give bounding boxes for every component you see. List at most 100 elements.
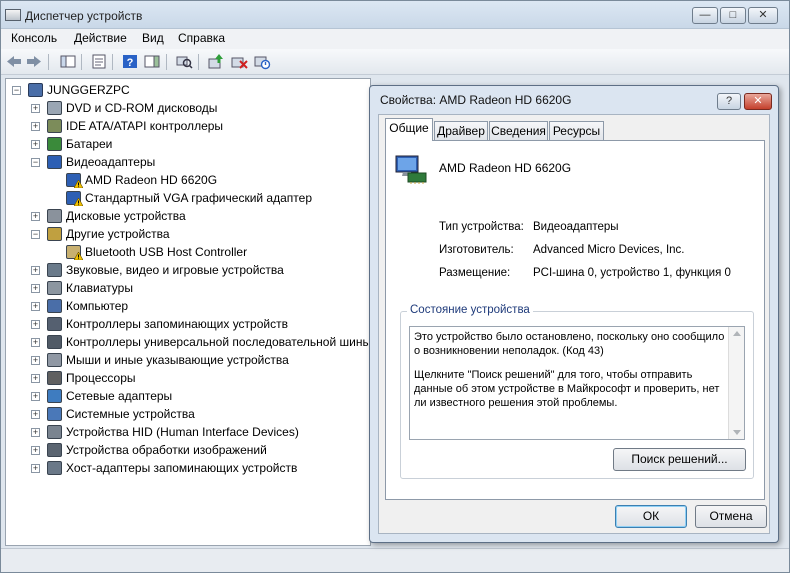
tree-item-label: Дисковые устройства	[66, 209, 186, 223]
scroll-down-icon[interactable]	[733, 430, 741, 436]
tree-item[interactable]: + Контроллеры запоминающих устройств	[6, 315, 370, 333]
display-adapter-icon	[395, 155, 427, 184]
find-solutions-button[interactable]: Поиск решений...	[613, 448, 746, 471]
tree-item[interactable]: − Видеоадаптеры	[6, 153, 370, 171]
battery-icon	[47, 137, 62, 151]
prop-label-manufacturer: Изготовитель:	[439, 244, 514, 256]
tree-item-label: Клавиатуры	[66, 281, 133, 295]
usb-icon	[47, 335, 62, 349]
menu-action[interactable]: Действие	[74, 31, 127, 45]
tree-child-item-label: Стандартный VGA графический адаптер	[85, 191, 312, 205]
hid-icon	[47, 425, 62, 439]
expand-icon[interactable]: +	[31, 140, 40, 149]
tree-item[interactable]: + Устройства обработки изображений	[6, 441, 370, 459]
menu-view[interactable]: Вид	[142, 31, 164, 45]
tab-resources[interactable]: Ресурсы	[549, 121, 604, 140]
expand-icon[interactable]: +	[31, 464, 40, 473]
tree-root[interactable]: − JUNGGERZPC	[6, 81, 370, 99]
tree-item[interactable]: + Устройства HID (Human Interface Devices…	[6, 423, 370, 441]
tree-item[interactable]: + Сетевые адаптеры	[6, 387, 370, 405]
expand-icon[interactable]: +	[31, 338, 40, 347]
tree-item[interactable]: + Батареи	[6, 135, 370, 153]
expand-icon[interactable]: +	[31, 320, 40, 329]
device-status-textbox[interactable]: Это устройство было остановлено, посколь…	[409, 326, 745, 440]
tree-item[interactable]: + Системные устройства	[6, 405, 370, 423]
show-hide-pane-icon[interactable]	[143, 53, 161, 70]
status-message: Это устройство было остановлено, посколь…	[414, 331, 725, 357]
menu-bar: Консоль Действие Вид Справка	[1, 29, 789, 49]
prop-label-location: Размещение:	[439, 267, 511, 279]
tree-child-item[interactable]: AMD Radeon HD 6620G	[6, 171, 370, 189]
ok-button[interactable]: ОК	[615, 505, 687, 528]
expand-icon[interactable]: +	[31, 104, 40, 113]
expand-icon[interactable]: +	[31, 122, 40, 131]
expand-icon[interactable]: +	[31, 392, 40, 401]
dialog-close-button[interactable]: ✕	[744, 93, 772, 110]
tree-item[interactable]: + Процессоры	[6, 369, 370, 387]
tree-item[interactable]: + Компьютер	[6, 297, 370, 315]
toolbar-separator	[48, 54, 49, 70]
tree-item[interactable]: − Другие устройства	[6, 225, 370, 243]
tree-item[interactable]: + Мыши и иные указывающие устройства	[6, 351, 370, 369]
collapse-icon[interactable]: −	[12, 86, 21, 95]
tree-item[interactable]: + Хост-адаптеры запоминающих устройств	[6, 459, 370, 477]
tree-item[interactable]: + IDE ATA/ATAPI контроллеры	[6, 117, 370, 135]
expand-icon[interactable]: +	[31, 428, 40, 437]
dialog-title: Свойства: AMD Radeon HD 6620G	[380, 93, 572, 107]
expand-icon[interactable]: +	[31, 356, 40, 365]
minimize-button[interactable]: —	[692, 7, 718, 24]
device-manager-icon	[5, 9, 21, 21]
expand-icon[interactable]: +	[31, 302, 40, 311]
scan-hardware-icon[interactable]	[175, 53, 193, 70]
tree-child-item[interactable]: Стандартный VGA графический адаптер	[6, 189, 370, 207]
cancel-button[interactable]: Отмена	[695, 505, 767, 528]
close-button[interactable]: ✕	[748, 7, 778, 24]
maximize-button[interactable]: □	[720, 7, 746, 24]
tree-item-label: DVD и CD-ROM дисководы	[66, 101, 218, 115]
menu-console[interactable]: Консоль	[11, 31, 57, 45]
tree-item-label: IDE ATA/ATAPI контроллеры	[66, 119, 224, 133]
tree-item-label: Звуковые, видео и игровые устройства	[66, 263, 284, 277]
disable-device-icon[interactable]	[253, 53, 271, 70]
expand-icon[interactable]: +	[31, 284, 40, 293]
update-driver-icon[interactable]	[207, 53, 225, 70]
console-tree-icon[interactable]	[59, 53, 77, 70]
title-bar[interactable]: Диспетчер устройств — □ ✕	[1, 1, 789, 29]
menu-help[interactable]: Справка	[178, 31, 225, 45]
help-icon[interactable]: ?	[121, 53, 139, 70]
forward-icon[interactable]	[25, 53, 43, 70]
tab-general[interactable]: Общие	[385, 118, 433, 141]
uninstall-icon[interactable]	[230, 53, 248, 70]
expand-icon[interactable]: +	[31, 266, 40, 275]
other-devices-icon	[47, 227, 62, 241]
expand-icon[interactable]: +	[31, 212, 40, 221]
tree-item[interactable]: + Звуковые, видео и игровые устройства	[6, 261, 370, 279]
device-status-group: Состояние устройства Это устройство было…	[400, 304, 754, 479]
scroll-up-icon[interactable]	[733, 330, 741, 336]
device-tree[interactable]: − JUNGGERZPC + DVD и CD-ROM дисководы + IDE A…	[5, 78, 371, 546]
tree-item[interactable]: + Контроллеры универсальной последователь…	[6, 333, 370, 351]
status-scrollbar[interactable]	[728, 327, 744, 439]
speaker-icon	[47, 263, 62, 277]
collapse-icon[interactable]: −	[31, 230, 40, 239]
device-status-label: Состояние устройства	[407, 304, 533, 316]
tree-item-label: Контроллеры запоминающих устройств	[66, 317, 288, 331]
properties-icon[interactable]	[90, 53, 108, 70]
network-adapter-icon	[47, 389, 62, 403]
toolbar-separator	[112, 54, 113, 70]
prop-value-location: PCI-шина 0, устройство 1, функция 0	[533, 267, 731, 279]
tree-item[interactable]: + Дисковые устройства	[6, 207, 370, 225]
device-name: AMD Radeon HD 6620G	[439, 161, 572, 175]
tab-details[interactable]: Сведения	[489, 121, 548, 140]
dialog-help-button[interactable]: ?	[717, 93, 741, 110]
expand-icon[interactable]: +	[31, 446, 40, 455]
back-icon[interactable]	[5, 53, 23, 70]
expand-icon[interactable]: +	[31, 374, 40, 383]
collapse-icon[interactable]: −	[31, 158, 40, 167]
tree-item[interactable]: + Клавиатуры	[6, 279, 370, 297]
tree-item[interactable]: + DVD и CD-ROM дисководы	[6, 99, 370, 117]
tree-child-item-label: Bluetooth USB Host Controller	[85, 245, 248, 259]
expand-icon[interactable]: +	[31, 410, 40, 419]
tab-driver[interactable]: Драйвер	[434, 121, 488, 140]
tree-child-item[interactable]: Bluetooth USB Host Controller	[6, 243, 370, 261]
